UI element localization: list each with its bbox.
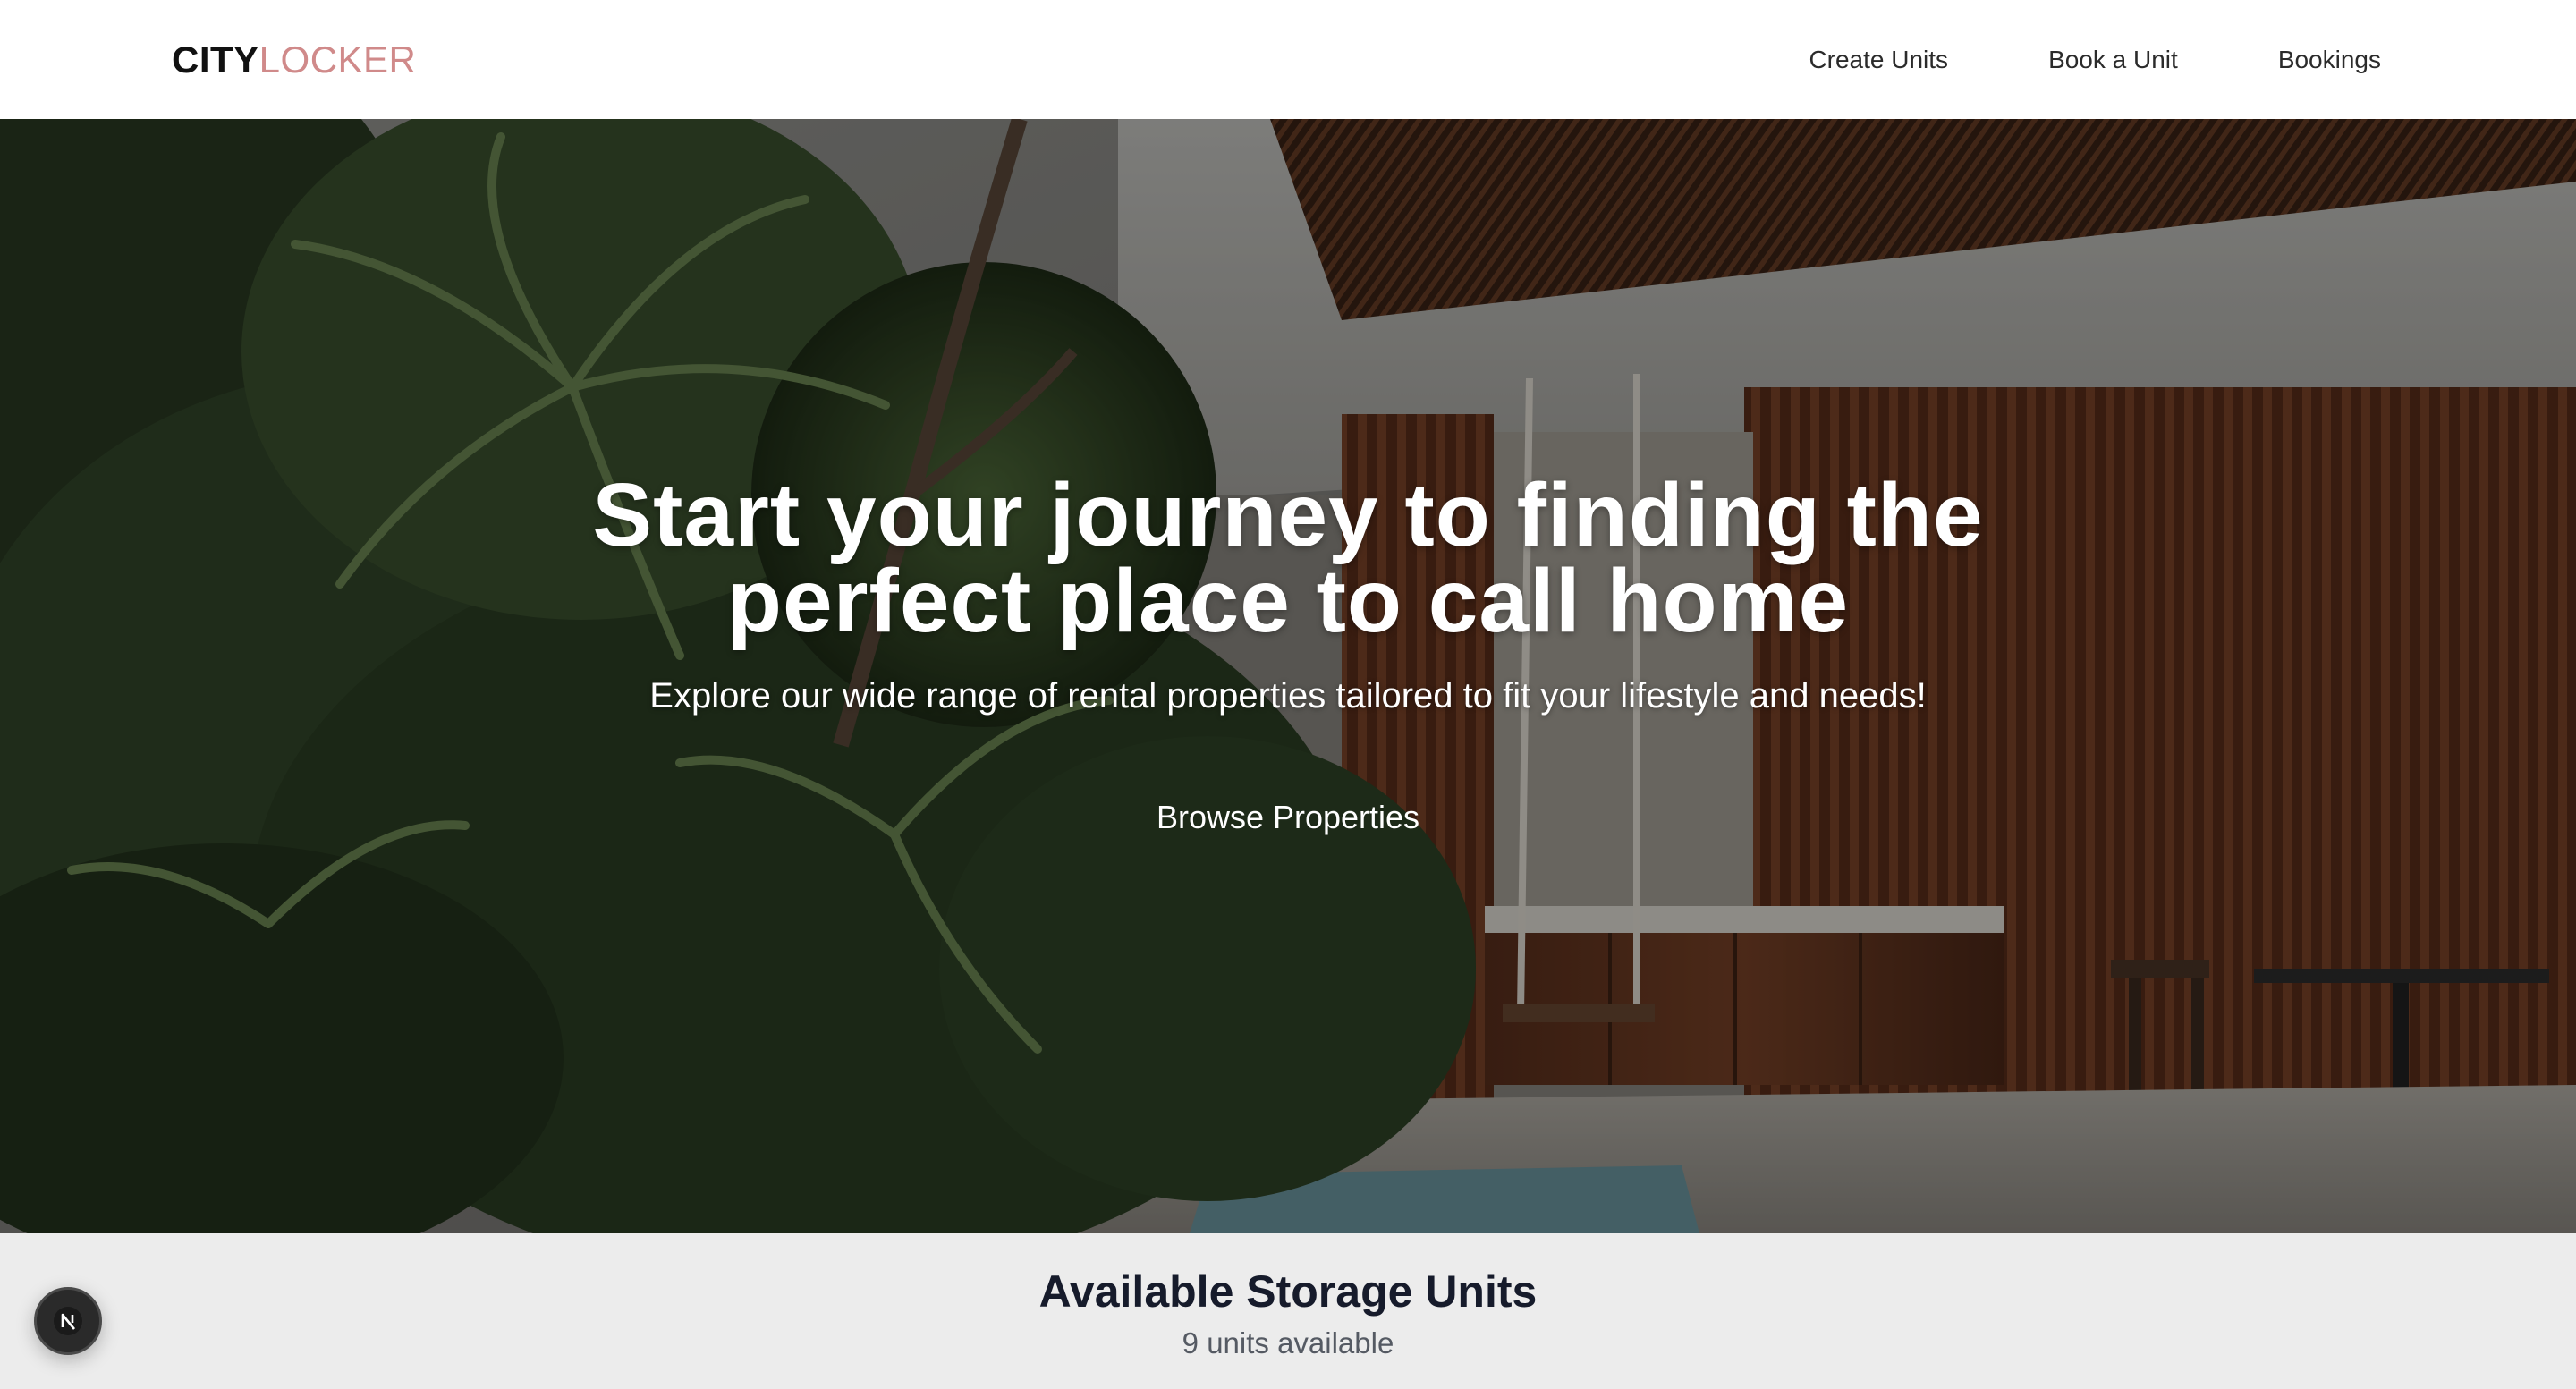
site-header: CITYLOCKER Create Units Book a Unit Book… — [0, 0, 2576, 119]
logo-text-city: CITY — [172, 38, 259, 80]
nextjs-dev-indicator-button[interactable] — [34, 1287, 102, 1355]
main-nav: Create Units Book a Unit Bookings — [1708, 46, 2381, 74]
hero-title: Start your journey to finding the perfec… — [592, 465, 1984, 651]
section-title: Available Storage Units — [1038, 1266, 1538, 1317]
available-units-section: Available Storage Units 9 units availabl… — [0, 1233, 2576, 1389]
logo-text-locker: LOCKER — [258, 38, 417, 80]
hero-content: Start your journey to finding the perfec… — [0, 465, 2576, 849]
site-logo[interactable]: CITYLOCKER — [172, 38, 417, 80]
nav-link-create-units[interactable]: Create Units — [1809, 46, 1948, 74]
browse-properties-button[interactable]: Browse Properties — [1124, 786, 1452, 849]
nextjs-logo-icon — [54, 1307, 82, 1335]
hero-section: Start your journey to finding the perfec… — [0, 119, 2576, 1233]
nav-link-bookings[interactable]: Bookings — [2278, 46, 2381, 74]
hero-subtitle: Explore our wide range of rental propert… — [649, 676, 1927, 716]
nav-link-book-a-unit[interactable]: Book a Unit — [2048, 46, 2178, 74]
units-count: 9 units available — [1182, 1326, 1394, 1359]
